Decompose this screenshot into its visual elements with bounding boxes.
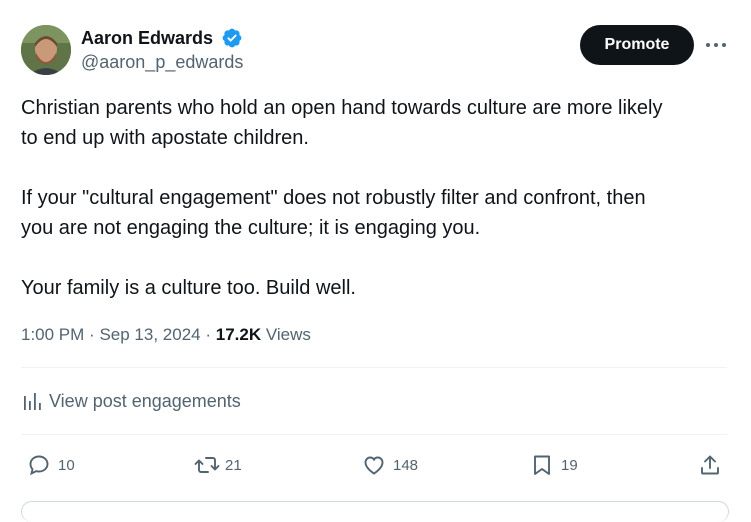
views-count: 17.2K xyxy=(215,325,262,344)
bar-chart-icon xyxy=(24,393,41,410)
share-button[interactable] xyxy=(698,452,722,478)
reply-composer-edge[interactable] xyxy=(21,501,729,522)
bookmark-button[interactable]: 19 xyxy=(530,452,578,478)
author-handle[interactable]: @aaron_p_edwards xyxy=(81,51,243,73)
views-label: Views xyxy=(265,325,311,344)
tweet-text-line: you are not engaging the culture; it is … xyxy=(21,217,481,239)
tweet-text-line: Christian parents who hold an open hand … xyxy=(21,97,663,119)
verified-badge-icon[interactable] xyxy=(221,27,243,49)
tweet-text-line: to end up with apostate children. xyxy=(21,127,309,149)
tweet-post: Aaron Edwards @aaron_p_edwards Promote C… xyxy=(0,0,751,522)
user-avatar-photo xyxy=(21,25,71,75)
divider xyxy=(21,434,727,435)
view-engagements-link[interactable]: View post engagements xyxy=(21,388,241,414)
share-icon xyxy=(701,455,719,475)
promote-button[interactable]: Promote xyxy=(580,25,694,65)
reply-button[interactable]: 10 xyxy=(27,452,75,478)
divider xyxy=(21,367,727,368)
bookmark-count: 19 xyxy=(561,456,578,474)
author-avatar[interactable] xyxy=(21,25,71,75)
like-button[interactable]: 148 xyxy=(362,452,418,478)
tweet-text-line: Your family is a culture too. Build well… xyxy=(21,277,356,299)
view-engagements-label: View post engagements xyxy=(49,390,241,411)
more-horizontal-icon[interactable] xyxy=(704,34,728,56)
reply-count: 10 xyxy=(58,456,75,474)
bookmark-icon xyxy=(534,455,550,475)
tweet-text-line: If your "cultural engagement" does not r… xyxy=(21,187,646,209)
meta-separator: · xyxy=(205,325,212,344)
meta-separator: · xyxy=(89,325,95,344)
repost-count: 21 xyxy=(225,456,242,474)
heart-icon xyxy=(364,456,384,475)
post-date[interactable]: Sep 13, 2024 xyxy=(99,325,200,344)
repost-icon xyxy=(194,457,220,473)
like-count: 148 xyxy=(393,456,419,474)
reply-icon xyxy=(29,455,49,476)
author-name[interactable]: Aaron Edwards xyxy=(81,27,213,49)
post-time[interactable]: 1:00 PM xyxy=(21,325,84,344)
post-metadata: 1:00 PM · Sep 13, 2024 · 17.2K Views xyxy=(21,324,311,346)
repost-button[interactable]: 21 xyxy=(193,452,242,478)
